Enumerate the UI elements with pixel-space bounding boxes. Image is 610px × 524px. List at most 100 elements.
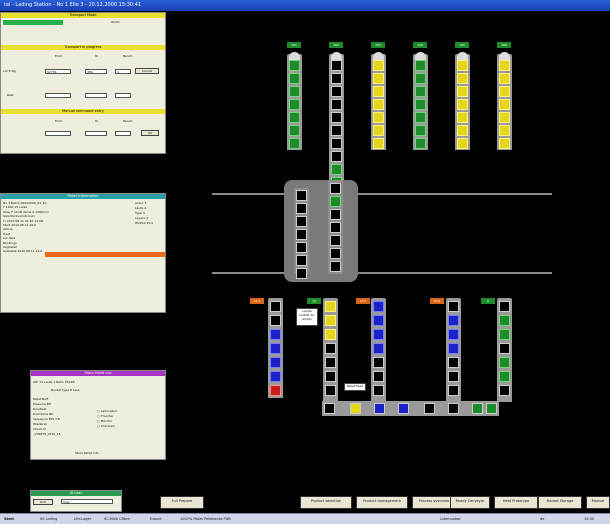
taskbar-item[interactable]: 00 Lading [40,514,57,524]
chute-slot[interactable] [373,371,384,382]
chute-slot[interactable] [415,112,426,123]
chute-slot[interactable] [331,138,342,149]
chute-slot[interactable] [499,60,510,71]
chute-slot[interactable] [289,73,300,84]
chute-slot[interactable] [373,60,384,71]
chute-slot[interactable] [415,138,426,149]
chute-slot[interactable] [499,125,510,136]
conv-slot[interactable] [374,403,385,414]
chute-slot[interactable] [373,138,384,149]
vessel-slot[interactable] [330,209,341,220]
taskbar-item[interactable]: Uhr-Lager [74,514,91,524]
vessel-slot[interactable] [296,242,307,253]
vessel-slot[interactable] [330,235,341,246]
chute-slot[interactable] [415,73,426,84]
chute-slot[interactable] [415,125,426,136]
manual-to-field[interactable] [85,131,107,136]
chute-slot[interactable] [331,99,342,110]
vessel-slot[interactable] [330,183,341,194]
chute-slot[interactable] [373,99,384,110]
chute-slot[interactable] [457,138,468,149]
chute-slot[interactable] [270,301,281,312]
chute-slot[interactable] [499,315,510,326]
chute-slot[interactable] [373,73,384,84]
chute-slot[interactable] [270,385,281,396]
chute-slot[interactable] [499,385,510,396]
chute-slot[interactable] [499,138,510,149]
chute-slot[interactable] [289,112,300,123]
chute-slot[interactable] [457,99,468,110]
conv-slot[interactable] [486,403,497,414]
chute-slot[interactable] [373,343,384,354]
vessel-slot[interactable] [296,190,307,201]
chute-slot[interactable] [415,99,426,110]
chute-slot[interactable] [325,315,336,326]
conv-slot[interactable] [398,403,409,414]
chute-slot[interactable] [289,138,300,149]
action-button[interactable]: Product management [356,496,408,509]
start-button[interactable]: Start [4,514,14,524]
vessel-slot[interactable] [296,268,307,279]
row1-from-field[interactable]: 92756 [45,69,71,74]
action-button[interactable]: Heat Prototype [494,496,538,509]
chute-slot[interactable] [270,315,281,326]
conv-slot[interactable] [424,403,435,414]
chute-slot[interactable] [331,86,342,97]
manual-bench-field[interactable] [115,131,131,136]
exit-button[interactable]: Exit [33,499,53,505]
chute-slot[interactable] [331,73,342,84]
conv-slot[interactable] [448,403,459,414]
chute-slot[interactable] [499,371,510,382]
vessel-slot[interactable] [296,229,307,240]
chute-slot[interactable] [499,112,510,123]
chute-slot[interactable] [457,125,468,136]
chute-slot[interactable] [331,112,342,123]
chute-slot[interactable] [289,99,300,110]
chute-slot[interactable] [499,86,510,97]
vessel-slot[interactable] [330,261,341,272]
chute-slot[interactable] [325,343,336,354]
chute-slot[interactable] [331,125,342,136]
chute-slot[interactable] [331,164,342,175]
action-button[interactable]: Product selection [300,496,352,509]
chute-slot[interactable] [499,343,510,354]
conv-slot[interactable] [324,403,335,414]
chute-slot[interactable] [373,125,384,136]
chute-slot[interactable] [499,73,510,84]
chute-slot[interactable] [373,329,384,340]
chute-slot[interactable] [270,329,281,340]
action-button[interactable]: Full Prepare [160,496,204,509]
chute-slot[interactable] [499,329,510,340]
chute-slot[interactable] [325,301,336,312]
chute-slot[interactable] [270,343,281,354]
chute-slot[interactable] [415,60,426,71]
row2-bench-field[interactable] [115,93,131,98]
vessel-slot[interactable] [330,248,341,259]
chute-slot[interactable] [448,343,459,354]
action-button[interactable]: Bucket Storage [538,496,582,509]
conv-slot[interactable] [350,403,361,414]
taskbar-item[interactable]: Export [150,514,161,524]
chute-slot[interactable] [325,357,336,368]
chute-slot[interactable] [448,329,459,340]
chute-slot[interactable] [289,60,300,71]
action-button[interactable]: Ready Conveyor [450,496,490,509]
chute-slot[interactable] [325,329,336,340]
ok-button[interactable]: OK [141,130,159,136]
vessel-slot[interactable] [296,203,307,214]
chute-slot[interactable] [373,86,384,97]
chute-slot[interactable] [331,60,342,71]
taskbar-item[interactable]: 1007% Pallet Pellebenta PDB [180,514,231,524]
conv-slot[interactable] [472,403,483,414]
chute-slot[interactable] [325,385,336,396]
chute-slot[interactable] [448,301,459,312]
chute-slot[interactable] [373,357,384,368]
vessel-slot[interactable] [296,216,307,227]
chute-slot[interactable] [289,125,300,136]
vessel-slot[interactable] [296,255,307,266]
chute-slot[interactable] [373,315,384,326]
chute-slot[interactable] [289,86,300,97]
chute-slot[interactable] [448,315,459,326]
row1-bench-field[interactable]: 4 [115,69,131,74]
row1-to-field[interactable]: 486 [85,69,107,74]
